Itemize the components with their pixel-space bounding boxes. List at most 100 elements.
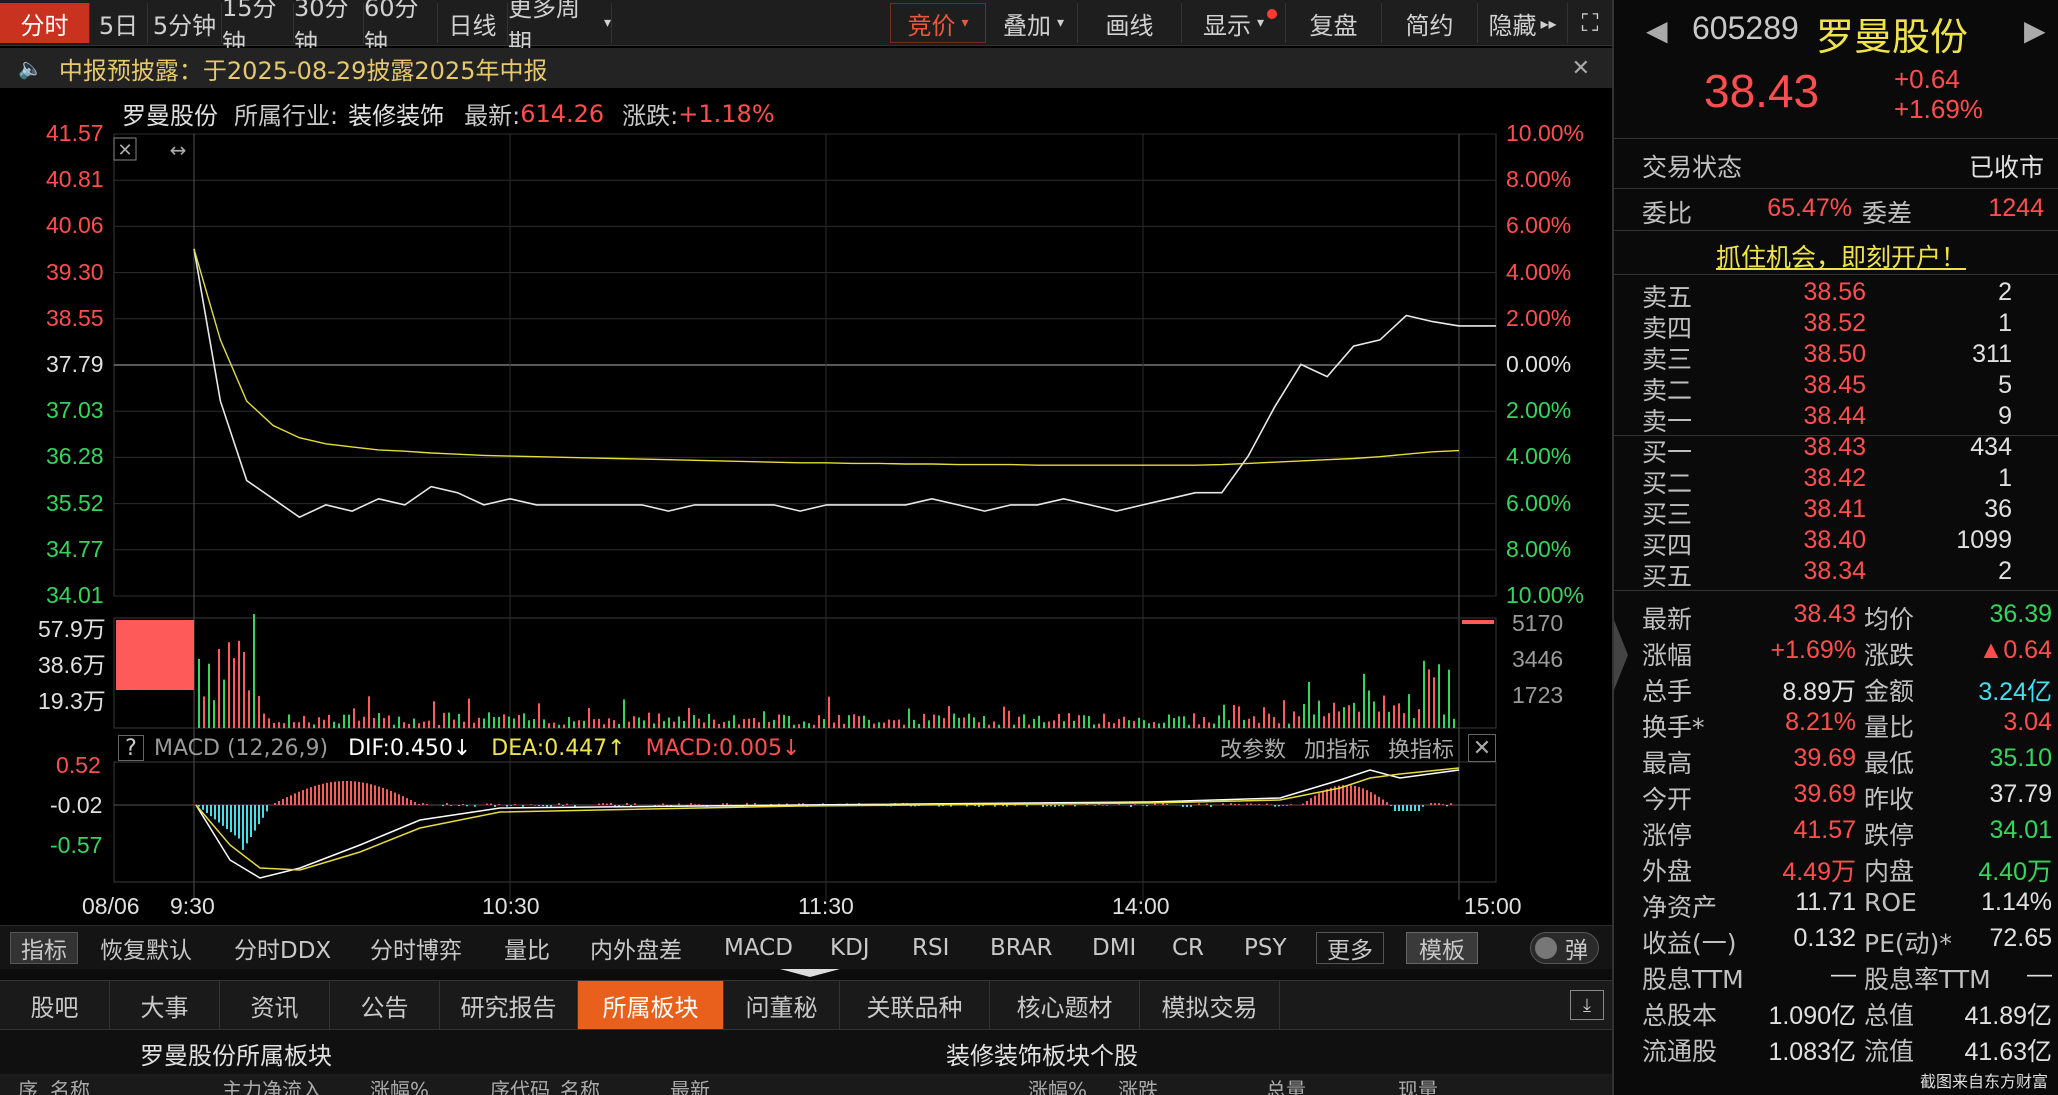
info-tab[interactable]: 公告: [330, 981, 440, 1029]
macd-bar: [1246, 803, 1248, 805]
volume-bar: [443, 712, 445, 728]
macd-bar: [1306, 800, 1308, 805]
restore-default-button[interactable]: 恢复默认: [100, 932, 192, 964]
indicator-dmi[interactable]: DMI: [1092, 932, 1136, 964]
indicator-brar[interactable]: BRAR: [990, 932, 1053, 964]
info-tab[interactable]: 所属板块: [578, 981, 724, 1029]
help-icon[interactable]: ?: [118, 735, 144, 761]
table-header-cell[interactable]: 最新: [670, 1074, 710, 1095]
table-header-cell[interactable]: 序: [490, 1074, 510, 1095]
indicator-macd[interactable]: MACD: [724, 932, 793, 964]
macd-bar: [334, 781, 336, 805]
tab-label: 恢复默认: [100, 938, 192, 964]
macd-bar: [618, 805, 620, 807]
volume-bar: [1168, 714, 1170, 728]
volume-bar: [308, 722, 310, 728]
volume-bar: [1373, 701, 1375, 728]
volume-axis-label: 57.9万: [38, 616, 106, 642]
macd-bar: [1302, 803, 1304, 805]
indicator-kdj[interactable]: KDJ: [830, 932, 870, 964]
ask-price: 38.52: [1803, 309, 1866, 337]
collapse-arrow-icon[interactable]: [780, 969, 840, 977]
volume-bar: [1093, 724, 1095, 728]
resize-horizontal-icon[interactable]: ↔: [170, 138, 187, 162]
next-stock-icon[interactable]: ▶: [2024, 14, 2046, 47]
macd-bar: [198, 805, 200, 807]
info-tab[interactable]: 问董秘: [724, 981, 840, 1029]
indicator-tab-main[interactable]: 指标: [10, 932, 78, 964]
volume-bar: [373, 717, 375, 728]
info-tab[interactable]: 大事: [110, 981, 220, 1029]
macd-bar: [1270, 804, 1272, 805]
stat-label: 流通股: [1642, 1037, 1718, 1066]
switch-indicator-button[interactable]: 换指标: [1388, 732, 1454, 764]
edit-params-button[interactable]: 改参数: [1220, 732, 1286, 764]
info-tab[interactable]: 核心题材: [990, 981, 1140, 1029]
macd-bar: [1386, 802, 1388, 805]
volume-bar: [208, 663, 210, 728]
more-indicators-button[interactable]: 更多: [1316, 932, 1384, 964]
popup-toggle[interactable]: 弹: [1530, 932, 1599, 964]
volume-bar: [888, 719, 890, 728]
indicator-ddx[interactable]: 分时DDX: [234, 932, 331, 964]
indicator-cr[interactable]: CR: [1172, 932, 1204, 964]
volume-bar: [993, 721, 995, 728]
info-tab[interactable]: 关联品种: [840, 981, 990, 1029]
table-header-cell[interactable]: 名称: [50, 1074, 90, 1095]
volume-bar: [1133, 721, 1135, 728]
info-tab[interactable]: 股吧: [0, 981, 110, 1029]
download-icon[interactable]: ⤓: [1570, 990, 1604, 1020]
table-header-cell[interactable]: 涨幅%: [1028, 1074, 1087, 1095]
macd-bar: [1446, 805, 1448, 807]
volume-bar: [1178, 716, 1180, 728]
volume-bar: [1163, 722, 1165, 728]
indicator-game[interactable]: 分时博弈: [370, 932, 462, 964]
indicator-rsi[interactable]: RSI: [912, 932, 949, 964]
info-tab[interactable]: 模拟交易: [1140, 981, 1280, 1029]
table-header-cell[interactable]: 代码: [510, 1074, 550, 1095]
macd-header: ? MACD (12,26,9) DIF:0.450↓ DEA:0.447↑ M…: [118, 732, 1496, 764]
table-header-cell[interactable]: 现量: [1398, 1074, 1438, 1095]
table-header-cell[interactable]: 涨跌: [1118, 1074, 1158, 1095]
volume-axis-label: 38.6万: [38, 652, 106, 678]
indicator-volume-ratio[interactable]: 量比: [504, 932, 550, 964]
table-header-cell[interactable]: 序: [18, 1074, 38, 1095]
indicator-inout-diff[interactable]: 内外盘差: [590, 932, 682, 964]
open-account-link[interactable]: 抓住机会，即刻开户！: [1716, 238, 1966, 274]
volume-bar: [368, 696, 370, 728]
close-icon[interactable]: ✕: [1468, 734, 1496, 762]
table-header-cell[interactable]: 主力净流入: [222, 1074, 322, 1095]
indicator-psy[interactable]: PSY: [1244, 932, 1287, 964]
chart-grid: [113, 133, 1497, 900]
info-tab[interactable]: 资讯: [220, 981, 330, 1029]
tab-label: PSY: [1244, 935, 1287, 961]
volume-bar: [883, 722, 885, 728]
macd-bar: [574, 805, 576, 807]
volume-bar: [1323, 716, 1325, 728]
template-button[interactable]: 模板: [1406, 932, 1478, 964]
macd-bar: [326, 782, 328, 805]
volume-bar: [978, 722, 980, 728]
macd-bar: [234, 805, 236, 836]
prev-stock-icon[interactable]: ◀: [1646, 14, 1668, 47]
info-tab[interactable]: 研究报告: [440, 981, 578, 1029]
intraday-chart[interactable]: ✕ ↔: [0, 0, 1612, 925]
close-icon[interactable]: ✕: [117, 140, 132, 161]
stat-value: 0.132: [1793, 924, 1856, 952]
splitter[interactable]: [0, 969, 1612, 980]
macd-bar: [1182, 805, 1184, 807]
add-indicator-button[interactable]: 加指标: [1304, 732, 1370, 764]
table-header-cell[interactable]: 名称: [560, 1074, 600, 1095]
macd-bar: [506, 805, 508, 807]
macd-bar: [222, 805, 224, 826]
volume-bar: [903, 724, 905, 728]
volume-bar: [973, 717, 975, 728]
volume-bar: [828, 696, 830, 728]
table-header-cell[interactable]: 涨幅%: [370, 1074, 429, 1095]
tab-label: 分时DDX: [234, 938, 332, 964]
time-label: 9:30: [170, 893, 215, 919]
volume-bar: [643, 720, 645, 728]
stat-label: 最新: [1642, 605, 1693, 634]
table-header-cell[interactable]: 总量: [1266, 1074, 1306, 1095]
volume-bar: [683, 720, 685, 728]
